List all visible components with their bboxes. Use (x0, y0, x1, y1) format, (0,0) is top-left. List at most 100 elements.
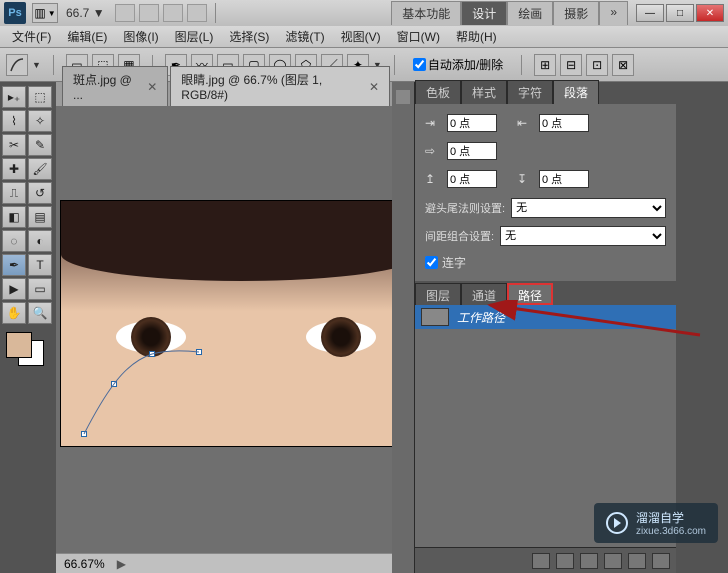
document-tab-0[interactable]: 斑点.jpg @ ... ✕ (62, 66, 168, 106)
foreground-color[interactable] (6, 332, 32, 358)
quick-select-tool[interactable]: ✧ (28, 110, 52, 132)
document-tab-1[interactable]: 眼睛.jpg @ 66.7% (图层 1, RGB/8#) ✕ (170, 66, 390, 106)
shape-tool[interactable]: ▭ (28, 278, 52, 300)
collapsed-panel-icon[interactable] (396, 90, 410, 104)
paragraph-panel-group: 色板 样式 字符 段落 ⇥ ⇤ ⇨ ↥ ↧ (415, 82, 676, 281)
tab-styles[interactable]: 样式 (461, 80, 507, 104)
ligature-input[interactable] (425, 256, 438, 269)
zoom-value[interactable]: 66.67% (64, 557, 105, 571)
dodge-tool[interactable]: ◐ (28, 230, 52, 252)
menu-layer[interactable]: 图层(L) (169, 26, 220, 47)
path-item[interactable]: 工作路径 (415, 305, 676, 329)
title-bar: Ps ▥▼ 66.7 ▼ 基本功能 设计 绘画 摄影 » — □ ✕ (0, 0, 728, 26)
make-workpath-icon[interactable] (604, 553, 622, 569)
workspace-tab-design[interactable]: 设计 (461, 1, 507, 25)
workspace-tab-essentials[interactable]: 基本功能 (391, 1, 461, 25)
close-button[interactable]: ✕ (696, 4, 724, 22)
move-tool[interactable]: ▸₊ (2, 86, 26, 108)
gradient-tool[interactable]: ▤ (28, 206, 52, 228)
path-anchor[interactable] (81, 431, 87, 437)
heal-tool[interactable]: ✚ (2, 158, 26, 180)
tab-swatches[interactable]: 色板 (415, 80, 461, 104)
view-guides-icon[interactable] (139, 4, 159, 22)
hand-tool[interactable]: ✋ (2, 302, 26, 324)
view-grid-icon[interactable] (163, 4, 183, 22)
menu-image[interactable]: 图像(I) (117, 26, 164, 47)
marquee-tool[interactable]: ⬚ (28, 86, 52, 108)
workspace-tab-photography[interactable]: 摄影 (553, 1, 599, 25)
tab-paragraph[interactable]: 段落 (553, 80, 599, 104)
fill-path-icon[interactable] (532, 553, 550, 569)
auto-add-delete-input[interactable] (413, 58, 426, 71)
tab-layers[interactable]: 图层 (415, 283, 461, 305)
canvas-viewport[interactable] (56, 106, 392, 553)
tab-character[interactable]: 字符 (507, 80, 553, 104)
workspace-tab-painting[interactable]: 绘画 (507, 1, 553, 25)
space-after-input[interactable] (539, 170, 589, 188)
bridge-dropdown[interactable]: ▥▼ (32, 3, 58, 23)
color-swatch[interactable] (6, 332, 44, 366)
menu-view[interactable]: 视图(V) (335, 26, 387, 47)
close-icon[interactable]: ✕ (147, 80, 157, 94)
close-icon[interactable]: ✕ (369, 80, 379, 94)
blur-tool[interactable]: ◌ (2, 230, 26, 252)
window-controls: — □ ✕ (636, 4, 724, 22)
screen-mode-icon[interactable] (187, 4, 207, 22)
panel-dock-strip[interactable] (392, 82, 414, 573)
zoom-indicator[interactable]: 66.7 ▼ (66, 6, 105, 20)
left-indent-input[interactable] (447, 114, 497, 132)
menu-select[interactable]: 选择(S) (223, 26, 275, 47)
first-line-input[interactable] (447, 142, 497, 160)
lasso-tool[interactable]: ⌇ (2, 110, 26, 132)
ligature-label: 连字 (442, 254, 466, 271)
zoom-tool[interactable]: 🔍 (28, 302, 52, 324)
menu-window[interactable]: 窗口(W) (391, 26, 446, 47)
type-tool[interactable]: T (28, 254, 52, 276)
panel-tabs: 色板 样式 字符 段落 (415, 82, 676, 104)
crop-tool[interactable]: ✂ (2, 134, 26, 156)
path-op-exclude-icon[interactable]: ⊠ (612, 54, 634, 76)
indent-right-icon: ⇤ (517, 116, 535, 130)
ligature-checkbox[interactable]: 连字 (425, 254, 666, 271)
maximize-button[interactable]: □ (666, 4, 694, 22)
menu-file[interactable]: 文件(F) (6, 26, 57, 47)
delete-path-icon[interactable] (652, 553, 670, 569)
path-op-subtract-icon[interactable]: ⊟ (560, 54, 582, 76)
spacing-select[interactable]: 无 (500, 226, 666, 246)
history-brush-tool[interactable]: ↺ (28, 182, 52, 204)
watermark-url: zixue.3d66.com (636, 526, 706, 537)
status-arrow-icon[interactable]: ▶ (117, 557, 126, 571)
paths-panel-footer (415, 547, 676, 573)
tab-channels[interactable]: 通道 (461, 283, 507, 305)
right-indent-input[interactable] (539, 114, 589, 132)
avoid-label: 避头尾法则设置: (425, 200, 505, 216)
path-anchor[interactable] (149, 351, 155, 357)
menu-help[interactable]: 帮助(H) (450, 26, 503, 47)
stamp-tool[interactable]: ⎍ (2, 182, 26, 204)
path-anchor[interactable] (111, 381, 117, 387)
pen-tool[interactable]: ✒ (2, 254, 26, 276)
load-selection-icon[interactable] (580, 553, 598, 569)
brush-tool[interactable]: 🖌 (28, 158, 52, 180)
menu-filter[interactable]: 滤镜(T) (279, 26, 330, 47)
avoid-select[interactable]: 无 (511, 198, 666, 218)
paragraph-panel-body: ⇥ ⇤ ⇨ ↥ ↧ 避头尾法则设置: 无 间距组合设置: (415, 104, 676, 281)
path-select-tool[interactable]: ▶ (2, 278, 26, 300)
path-op-intersect-icon[interactable]: ⊡ (586, 54, 608, 76)
eraser-tool[interactable]: ◧ (2, 206, 26, 228)
view-extras-icon[interactable] (115, 4, 135, 22)
path-op-add-icon[interactable]: ⊞ (534, 54, 556, 76)
new-path-icon[interactable] (628, 553, 646, 569)
workspace-more[interactable]: » (599, 1, 628, 25)
minimize-button[interactable]: — (636, 4, 664, 22)
stroke-path-icon[interactable] (556, 553, 574, 569)
tab-paths[interactable]: 路径 (507, 283, 553, 305)
tool-preset-icon[interactable] (6, 54, 28, 76)
menu-edit[interactable]: 编辑(E) (61, 26, 113, 47)
eyedropper-tool[interactable]: ✎ (28, 134, 52, 156)
path-anchor[interactable] (196, 349, 202, 355)
space-before-input[interactable] (447, 170, 497, 188)
panels-area: 色板 样式 字符 段落 ⇥ ⇤ ⇨ ↥ ↧ (414, 82, 676, 573)
panel-tabs: 图层 通道 路径 (415, 283, 676, 305)
auto-add-delete-checkbox[interactable]: 自动添加/删除 (413, 56, 503, 73)
